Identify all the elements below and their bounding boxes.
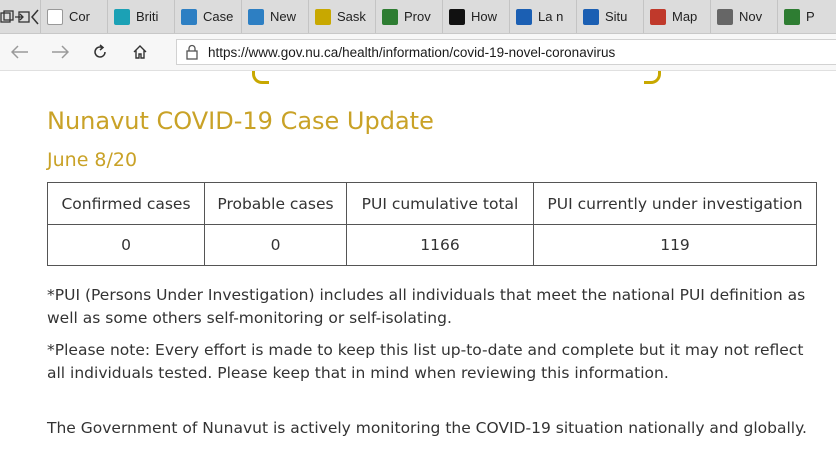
set-aside-tabs-icon[interactable] bbox=[14, 0, 30, 33]
tab-label: Nov bbox=[739, 9, 763, 24]
browser-tab[interactable]: Sask bbox=[308, 0, 375, 33]
gov-icon bbox=[784, 8, 800, 25]
browser-tab[interactable]: How bbox=[442, 0, 509, 33]
table-row: 0 0 1166 119 bbox=[47, 224, 817, 266]
email-icon bbox=[717, 8, 733, 25]
update-date: June 8/20 bbox=[47, 149, 138, 171]
probable-cases-value: 0 bbox=[204, 224, 347, 266]
header-decoration-left bbox=[252, 71, 269, 84]
back-arrow-icon[interactable] bbox=[10, 42, 30, 62]
browser-tab[interactable]: Situ bbox=[576, 0, 643, 33]
tab-strip: Cor Briti Case New Sask Prov How La n Situ Map Nov… bbox=[0, 0, 836, 34]
header-probable-cases: Probable cases bbox=[204, 182, 347, 225]
tab-label: Case bbox=[203, 9, 234, 24]
alberta-icon bbox=[181, 8, 197, 25]
pui-definition-note: *PUI (Persons Under Investigation) inclu… bbox=[47, 286, 806, 327]
address-bar[interactable]: https://www.gov.nu.ca/health/information… bbox=[176, 39, 836, 65]
tab-label: Cor bbox=[69, 9, 90, 24]
lock-icon bbox=[186, 44, 198, 60]
header-decoration-right bbox=[644, 71, 661, 84]
refresh-icon[interactable] bbox=[90, 42, 110, 62]
timeline-icon bbox=[47, 8, 63, 25]
tab-label: La n bbox=[538, 9, 564, 24]
browser-tab[interactable]: Prov bbox=[375, 0, 442, 33]
browser-tab[interactable]: Nov bbox=[710, 0, 777, 33]
browser-tab[interactable]: Map bbox=[643, 0, 710, 33]
browser-tab[interactable]: Cor bbox=[40, 0, 107, 33]
scroll-tabs-left-icon[interactable] bbox=[30, 0, 40, 33]
header-confirmed-cases: Confirmed cases bbox=[47, 182, 205, 225]
pui-current-value: 119 bbox=[533, 224, 817, 266]
quebec-icon bbox=[516, 8, 532, 25]
forward-arrow-icon[interactable] bbox=[50, 42, 70, 62]
tab-label: Situ bbox=[605, 9, 628, 24]
browser-tab[interactable]: P bbox=[777, 0, 836, 33]
pui-cumulative-value: 1166 bbox=[346, 224, 534, 266]
alberta-icon bbox=[248, 8, 264, 25]
disclaimer-note: *Please note: Every effort is made to ke… bbox=[47, 341, 804, 382]
browser-tab[interactable]: Briti bbox=[107, 0, 174, 33]
quebec-icon bbox=[583, 8, 599, 25]
navigation-bar: https://www.gov.nu.ca/health/information… bbox=[0, 34, 836, 71]
tab-label: How bbox=[471, 9, 498, 24]
url-text: https://www.gov.nu.ca/health/information… bbox=[208, 44, 616, 60]
tab-label: Briti bbox=[136, 9, 159, 24]
home-icon[interactable] bbox=[130, 42, 150, 62]
tab-actions-icon[interactable] bbox=[0, 0, 14, 33]
header-pui-cumulative: PUI cumulative total bbox=[346, 182, 534, 225]
tab-label: P bbox=[806, 9, 815, 24]
tab-label: Map bbox=[672, 9, 698, 24]
monitoring-paragraph: The Government of Nunavut is actively mo… bbox=[47, 419, 807, 437]
tab-label: Prov bbox=[404, 9, 431, 24]
confirmed-cases-value: 0 bbox=[47, 224, 205, 266]
header-pui-current: PUI currently under investigation bbox=[533, 182, 817, 225]
tab-label: New bbox=[270, 9, 297, 24]
browser-tab[interactable]: Case bbox=[174, 0, 241, 33]
ontario-icon bbox=[449, 8, 465, 25]
browser-tab[interactable]: New bbox=[241, 0, 308, 33]
map-icon bbox=[650, 8, 666, 25]
sask-icon bbox=[315, 8, 331, 25]
bc-shield-icon bbox=[114, 8, 130, 25]
case-table: Confirmed cases Probable cases PUI cumul… bbox=[47, 182, 817, 266]
tab-label: Sask bbox=[337, 9, 366, 24]
page-title: Nunavut COVID-19 Case Update bbox=[47, 107, 434, 135]
table-header-row: Confirmed cases Probable cases PUI cumul… bbox=[47, 182, 817, 225]
manitoba-icon bbox=[382, 8, 398, 25]
browser-tab[interactable]: La n bbox=[509, 0, 576, 33]
page-content: Nunavut COVID-19 Case Update June 8/20 C… bbox=[0, 71, 836, 472]
